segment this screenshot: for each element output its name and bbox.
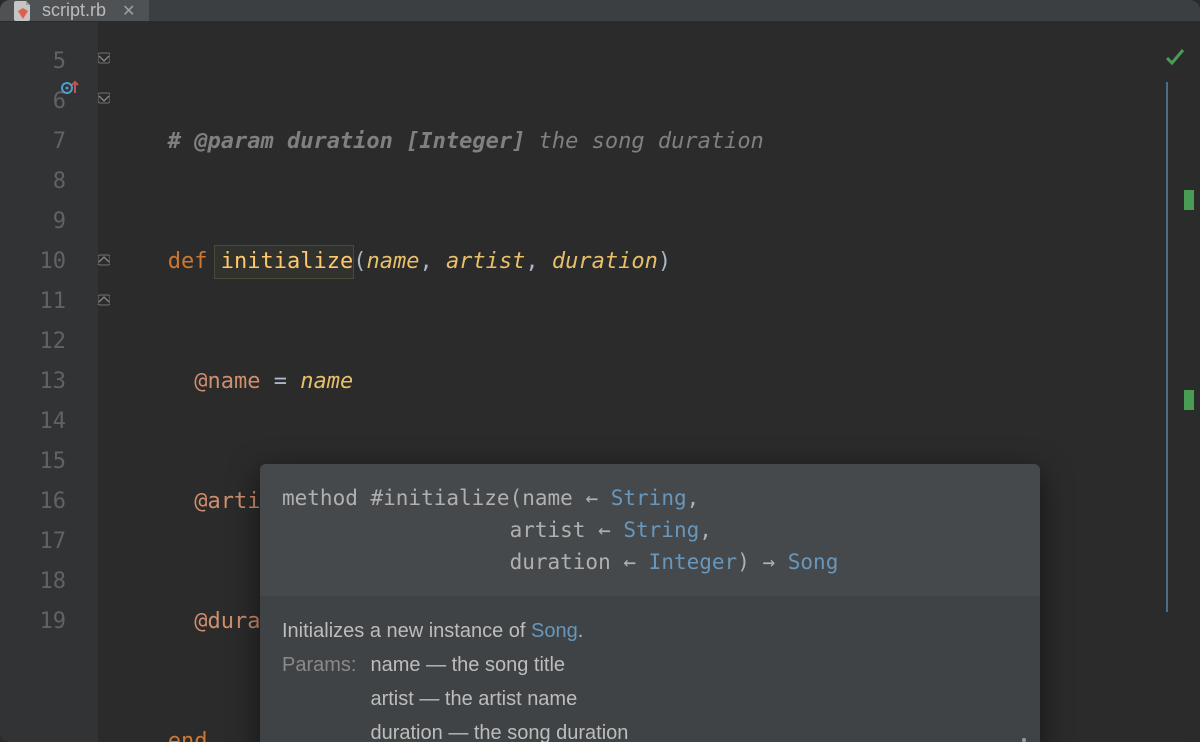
- op-token: =: [260, 369, 300, 394]
- param-token: name: [366, 249, 419, 274]
- line-number: 10: [0, 242, 98, 282]
- line-number: 9: [0, 202, 98, 242]
- override-gutter-icon[interactable]: [60, 78, 82, 96]
- change-marker[interactable]: [1184, 390, 1194, 410]
- quick-doc-popup: method #initialize(name ← String, artist…: [260, 464, 1040, 742]
- params-label: Params:: [282, 648, 356, 742]
- param-token: duration: [552, 249, 658, 274]
- popup-documentation: Initializes a new instance of Song. Para…: [260, 596, 1040, 742]
- tab-filename: script.rb: [42, 0, 106, 21]
- comment-token: # @param duration [Integer]: [168, 129, 526, 154]
- popup-signature: method #initialize(name ← String, artist…: [260, 464, 1040, 596]
- popup-more-icon[interactable]: [1022, 738, 1026, 742]
- line-number: 15: [0, 442, 98, 482]
- method-name-token: initialize: [221, 249, 353, 274]
- line-number: 19: [0, 602, 98, 642]
- ide-window: script.rb ✕ 5678910111213141516171819: [0, 0, 1200, 742]
- line-number-gutter: 5678910111213141516171819: [0, 22, 98, 742]
- keyword-token: def: [168, 249, 208, 274]
- keyword-token: end: [168, 729, 208, 742]
- line-number: 5: [0, 42, 98, 82]
- editor-right-margin: [1166, 82, 1168, 612]
- line-number: 16: [0, 482, 98, 522]
- line-number: 7: [0, 122, 98, 162]
- ivar-token: @name: [194, 369, 260, 394]
- line-number: 6: [0, 82, 98, 122]
- line-number: 8: [0, 162, 98, 202]
- line-number: 17: [0, 522, 98, 562]
- code-editor[interactable]: 5678910111213141516171819: [0, 22, 1200, 742]
- editor-tab[interactable]: script.rb ✕: [0, 0, 149, 21]
- comment-token: the song duration: [525, 129, 763, 154]
- line-number: 14: [0, 402, 98, 442]
- ruby-file-icon: [14, 1, 32, 21]
- line-number: 11: [0, 282, 98, 322]
- param-token: artist: [446, 249, 525, 274]
- change-marker[interactable]: [1184, 190, 1194, 210]
- param-token: name: [300, 369, 353, 394]
- line-number: 13: [0, 362, 98, 402]
- line-number: 18: [0, 562, 98, 602]
- close-tab-icon[interactable]: ✕: [122, 1, 135, 21]
- tab-bar: script.rb ✕: [0, 0, 1200, 22]
- error-stripe[interactable]: [1170, 42, 1194, 742]
- line-number: 12: [0, 322, 98, 362]
